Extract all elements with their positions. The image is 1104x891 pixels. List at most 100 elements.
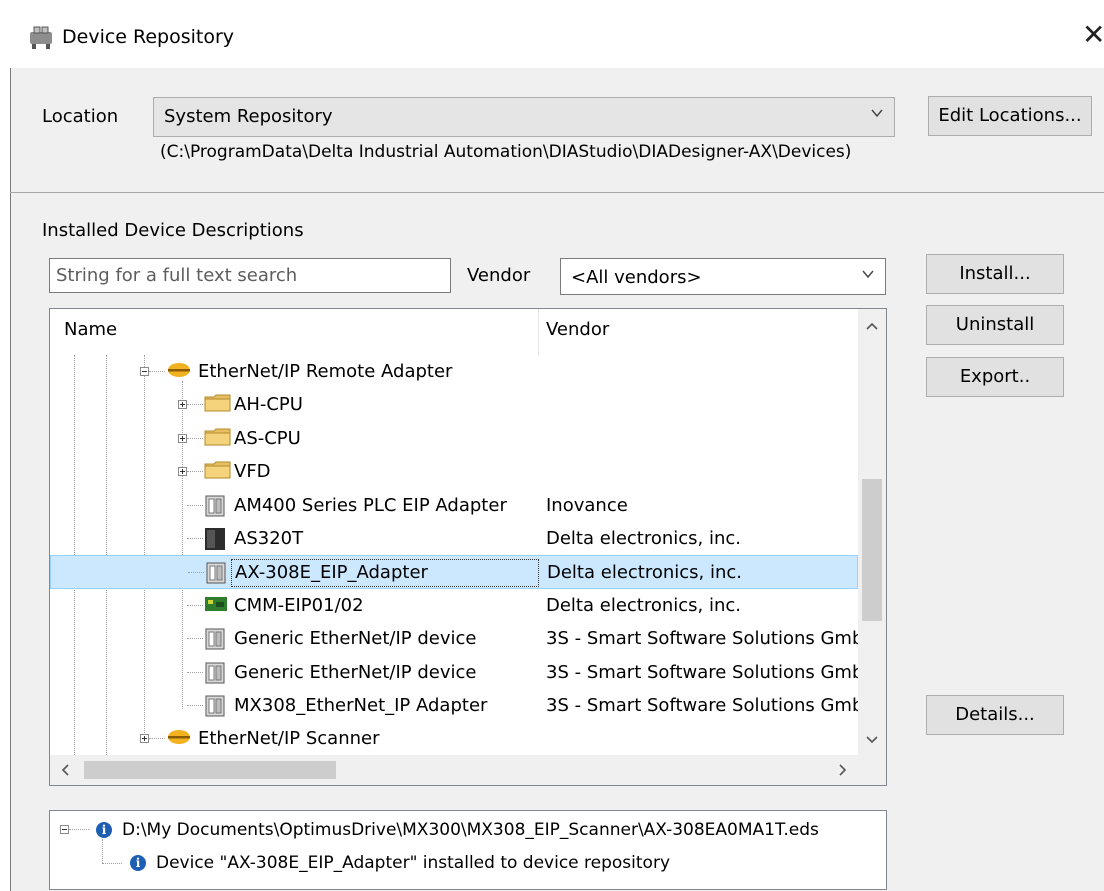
device-repository-icon <box>30 26 52 49</box>
export-button[interactable]: Export.. <box>926 357 1064 397</box>
tree-line <box>187 604 203 607</box>
tree-line <box>187 705 203 707</box>
tree-header: Name Vendor <box>50 309 858 355</box>
tree-row-name: AS320T <box>234 528 304 549</box>
location-dropdown-value: System Repository <box>164 106 333 127</box>
horizontal-scrollbar[interactable] <box>50 755 886 785</box>
tree-row[interactable]: VFD <box>50 455 858 489</box>
location-path: (C:\ProgramData\Delta Industrial Automat… <box>160 142 852 162</box>
chevron-down-icon <box>871 109 883 118</box>
search-placeholder: String for a full text search <box>56 265 298 286</box>
info-icon: i <box>130 855 146 871</box>
tree-row[interactable]: MX308_EtherNet_IP Adapter 3S - Smart Soft… <box>50 689 877 723</box>
collapse-toggle[interactable] <box>140 367 149 376</box>
tree-row[interactable]: AM400 Series PLC EIP Adapter Inovance <box>50 489 858 523</box>
vendor-label: Vendor <box>467 265 531 286</box>
column-header-vendor[interactable]: Vendor <box>546 319 609 340</box>
tree-row-vendor: 3S - Smart Software Solutions GmbH <box>546 695 877 716</box>
tree-row-vendor: Delta electronics, inc. <box>546 594 742 616</box>
vendor-dropdown[interactable]: <All vendors> <box>560 258 886 295</box>
details-button[interactable]: Details... <box>926 695 1064 735</box>
info-icon: i <box>96 822 112 838</box>
device-module-icon <box>204 694 226 723</box>
expand-toggle[interactable] <box>140 734 149 744</box>
tree-row-name: CMM-EIP01/02 <box>234 594 364 616</box>
tree-row-name: AX-308E_EIP_Adapter <box>235 562 428 584</box>
tree-row-name: AH-CPU <box>234 394 303 416</box>
column-header-name[interactable]: Name <box>64 319 117 340</box>
collapse-toggle[interactable] <box>60 825 69 834</box>
tree-line <box>187 671 203 674</box>
device-tree[interactable]: Name Vendor EtherNet/IP Remote Adapter AH… <box>49 308 887 786</box>
folder-icon <box>204 393 232 418</box>
expand-toggle[interactable] <box>178 467 187 477</box>
tree-line <box>187 638 203 640</box>
tree-row-vendor: Inovance <box>546 494 628 516</box>
close-icon[interactable]: ✕ <box>1082 20 1104 50</box>
uninstall-button[interactable]: Uninstall <box>926 305 1064 345</box>
vertical-scroll-thumb[interactable] <box>862 479 882 621</box>
install-button[interactable]: Install... <box>926 254 1064 294</box>
device-module-icon <box>205 561 227 590</box>
device-module-icon <box>204 494 226 523</box>
ethernet-adapter-icon <box>166 360 192 385</box>
horizontal-scroll-thumb[interactable] <box>84 761 336 779</box>
log-message: Device "AX-308E_EIP_Adapter" installed t… <box>156 853 671 873</box>
tree-row[interactable]: AX-308E_EIP_Adapter Delta electronics, in… <box>50 555 858 590</box>
tree-line <box>102 839 104 863</box>
expand-toggle[interactable] <box>178 400 187 410</box>
tree-row-name: AM400 Series PLC EIP Adapter <box>234 494 507 516</box>
tree-row-name: MX308_EtherNet_IP Adapter <box>234 695 488 716</box>
install-log[interactable]: i D:\My Documents\OptimusDrive\MX300\MX3… <box>49 810 887 890</box>
vertical-scrollbar[interactable] <box>858 309 886 755</box>
tree-line <box>187 538 203 540</box>
folder-icon <box>204 427 232 452</box>
tree-line <box>149 371 165 373</box>
vendor-dropdown-value: <All vendors> <box>571 267 702 288</box>
device-module-icon <box>204 661 226 690</box>
location-label: Location <box>42 106 119 127</box>
tree-row-name: Generic EtherNet/IP device <box>234 661 477 683</box>
tree-row-vendor: Delta electronics, inc. <box>546 528 742 549</box>
folder-icon <box>204 460 232 485</box>
window-title: Device Repository <box>62 26 235 48</box>
device-module-icon <box>204 627 226 656</box>
scroll-down-arrow-icon[interactable] <box>865 735 879 745</box>
tree-row[interactable]: EtherNet/IP Scanner <box>50 722 858 756</box>
tree-row[interactable]: AS320T Delta electronics, inc. <box>50 522 858 556</box>
tree-line <box>187 437 203 440</box>
tree-row-name: VFD <box>234 461 271 483</box>
scroll-right-arrow-icon[interactable] <box>838 763 848 777</box>
chevron-down-icon <box>862 270 874 279</box>
tree-row-vendor: 3S - Smart Software Solutions GmbH <box>546 661 877 683</box>
tree-row[interactable]: AS-CPU <box>50 422 858 456</box>
tree-line <box>102 863 122 865</box>
tree-row-name: AS-CPU <box>234 427 301 449</box>
tree-row-name: Generic EtherNet/IP device <box>234 628 477 650</box>
tree-row[interactable]: Generic EtherNet/IP device 3S - Smart Sof… <box>50 622 877 656</box>
scroll-left-arrow-icon[interactable] <box>60 763 70 777</box>
tree-line <box>187 471 203 473</box>
tree-row[interactable]: Generic EtherNet/IP device 3S - Smart Sof… <box>50 656 877 690</box>
tree-row-vendor: Delta electronics, inc. <box>547 562 743 584</box>
installed-section-label: Installed Device Descriptions <box>42 220 304 241</box>
tree-row[interactable]: EtherNet/IP Remote Adapter <box>50 355 858 389</box>
tree-row-vendor: 3S - Smart Software Solutions GmbH <box>546 628 877 650</box>
ethernet-adapter-icon <box>166 727 192 752</box>
location-dropdown[interactable]: System Repository <box>153 97 895 137</box>
scroll-up-arrow-icon[interactable] <box>865 321 879 331</box>
section-divider <box>10 192 1104 193</box>
tree-row-name: EtherNet/IP Scanner <box>198 728 380 750</box>
tree-row-name: EtherNet/IP Remote Adapter <box>198 361 453 382</box>
tree-line <box>187 404 203 406</box>
tree-line <box>187 504 203 507</box>
tree-row[interactable]: CMM-EIP01/02 Delta electronics, inc. <box>50 589 858 623</box>
log-file-path: D:\My Documents\OptimusDrive\MX300\MX308… <box>122 820 819 840</box>
expand-toggle[interactable] <box>178 433 187 443</box>
dark-device-icon <box>204 527 226 556</box>
tree-row[interactable]: AH-CPU <box>50 388 858 422</box>
tree-line <box>188 572 204 574</box>
tree-line <box>149 738 165 740</box>
edit-locations-button[interactable]: Edit Locations... <box>928 96 1092 136</box>
search-input[interactable]: String for a full text search <box>49 258 451 293</box>
